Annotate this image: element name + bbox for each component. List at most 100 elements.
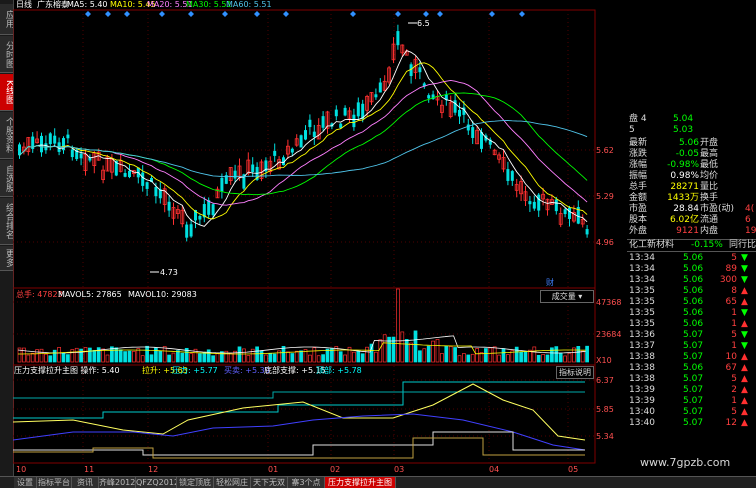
volume-bar: [176, 350, 180, 363]
volume-bar: [453, 347, 457, 363]
volume-bar: [88, 347, 92, 363]
indicator-help-button[interactable]: 指标说明: [556, 366, 594, 379]
bottom-tab-1[interactable]: 指标平台: [37, 477, 72, 488]
volume-bar: [365, 346, 369, 363]
bottom-tab-0[interactable]: 设置: [14, 477, 37, 488]
volume-bar: [321, 354, 325, 363]
volume-bar: [536, 354, 541, 363]
bottom-tab-3[interactable]: 齐峰2012: [99, 477, 136, 488]
tick-row: 13:40 5.07 5 ▲: [627, 407, 756, 418]
tick-volume: 5: [731, 374, 737, 384]
tick-volume: 5: [731, 407, 737, 417]
tick-price: 5.07: [683, 407, 704, 417]
volume-bar: [268, 353, 273, 363]
bottom-tab-2[interactable]: 资讯: [72, 477, 99, 488]
candle-body: [378, 82, 382, 93]
volume-bar: [475, 348, 479, 363]
quote-key: 量比: [700, 182, 719, 192]
tick-volume: 8: [731, 286, 737, 296]
volume-bar: [545, 354, 550, 363]
quote-key: 最高: [700, 149, 719, 159]
stock-name: 广东榕泰: [37, 0, 69, 9]
quote-value: 28.84: [673, 204, 699, 214]
left-tab-1[interactable]: 分时图: [0, 36, 13, 73]
left-tab-4[interactable]: 自选股: [0, 160, 13, 197]
plot-frame: [13, 9, 596, 464]
sector-change: -0.15%: [691, 240, 723, 250]
candle-body: [79, 153, 83, 159]
volume-bar: [127, 350, 132, 363]
sector-row[interactable]: 化工新材料 -0.15% 同行比较: [627, 239, 756, 252]
left-tab-bar: 应用 分时图 K线图 个股资料 自选股 综合排名 更多: [0, 0, 14, 476]
tick-volume: 5: [731, 330, 737, 340]
candle-body: [128, 170, 131, 178]
candle-body: [189, 224, 193, 237]
volume-bar: [52, 349, 57, 363]
volume-dropdown[interactable]: 成交量 ▾: [540, 290, 594, 303]
bottom-tab-4[interactable]: QFZQ2012: [136, 477, 177, 488]
quote-key: 涨幅: [629, 160, 648, 170]
left-tab-2[interactable]: K线图: [0, 74, 13, 111]
candle-body: [374, 94, 378, 98]
ma-label: MA30: 5.51: [186, 0, 232, 9]
tick-row: 13:34 5.06 5 ▼: [627, 253, 756, 264]
left-tab-5[interactable]: 综合排名: [0, 198, 13, 245]
bottom-tab-9[interactable]: 压力支撑拉升主图: [325, 477, 396, 488]
finance-marker[interactable]: 财: [546, 278, 554, 288]
tick-row: 13:37 5.07 1 ▼: [627, 341, 756, 352]
left-tab-3[interactable]: 个股资料: [0, 112, 13, 159]
chart-area[interactable]: [13, 0, 627, 476]
quote-value: 1433万: [667, 193, 699, 203]
tick-volume: 65: [725, 297, 737, 307]
quote-value: -0.05: [675, 149, 699, 159]
tick-volume: 10: [725, 352, 737, 362]
signal-diamond: [159, 11, 165, 17]
quote-row: 振幅 0.98% 均价: [627, 171, 756, 182]
ma-label: MA60: 5.51: [226, 0, 272, 9]
quote-value: 6: [745, 215, 751, 225]
volume-bar: [501, 348, 506, 363]
bottom-tab-6[interactable]: 轻松网庄: [214, 477, 251, 488]
candle-body: [185, 224, 189, 238]
tick-time: 13:38: [629, 374, 655, 384]
volume-bar: [396, 288, 400, 363]
arrow-up-icon: ▲: [741, 418, 748, 428]
chevron-down-icon: ▾: [575, 292, 583, 301]
order-book-row: 5 5.03: [627, 125, 756, 136]
volume-bar: [506, 354, 510, 363]
volume-bar: [369, 343, 374, 363]
x-axis-label: 12: [148, 465, 159, 474]
bottom-tab-8[interactable]: 寨3个点: [288, 477, 325, 488]
candle-body: [427, 95, 431, 99]
bottom-tab-5[interactable]: 锁定顶底: [177, 477, 214, 488]
tick-time: 13:35: [629, 286, 655, 296]
tick-volume: 89: [725, 264, 737, 274]
candle-body: [418, 67, 422, 73]
candle-body: [466, 124, 470, 131]
sector-compare[interactable]: 同行比较: [729, 240, 756, 251]
tick-volume: 5: [731, 253, 737, 263]
tick-price: 5.07: [683, 374, 704, 384]
tick-price: 5.06: [683, 275, 704, 285]
tick-volume: 2: [731, 385, 737, 395]
candle-body: [290, 148, 294, 153]
volume-bar: [563, 355, 567, 363]
arrow-up-icon: ▲: [741, 319, 748, 329]
volume-bar: [580, 350, 585, 363]
tick-time: 13:34: [629, 275, 655, 285]
volume-bar: [484, 348, 488, 363]
candle-body: [585, 229, 589, 235]
volume-bar: [259, 350, 264, 363]
signal-diamond: [395, 11, 401, 17]
price-axis-label: 5.62: [596, 146, 614, 155]
volume-bar: [228, 352, 233, 363]
quote-row: 最新 5.06 开盘: [627, 138, 756, 149]
volume-bar: [576, 346, 581, 363]
candle-body: [554, 199, 558, 212]
candle-body: [70, 149, 74, 158]
left-tab-6[interactable]: 更多: [0, 246, 13, 271]
left-tab-0[interactable]: 应用: [0, 4, 13, 35]
bottom-tab-7[interactable]: 天下无双: [251, 477, 288, 488]
volume-bar: [492, 346, 497, 363]
x-axis-label: 11: [84, 465, 95, 474]
